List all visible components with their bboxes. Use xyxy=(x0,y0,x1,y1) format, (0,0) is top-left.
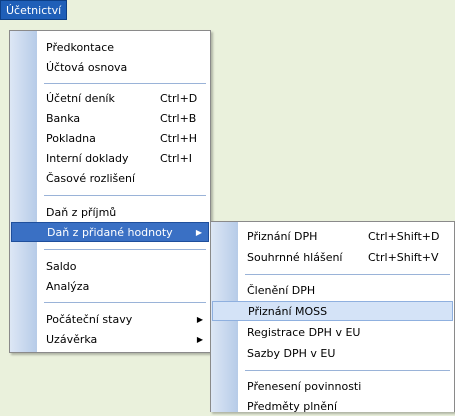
submenu-arrow-icon: ▶ xyxy=(196,314,203,324)
menu-item-interni-doklady[interactable]: Interní doklady Ctrl+I xyxy=(11,148,209,168)
menu-item-label: Daň z příjmů xyxy=(46,205,117,219)
menu-separator xyxy=(44,302,206,303)
menu-separator xyxy=(44,83,206,84)
menu-item-shortcut: Ctrl+H xyxy=(160,131,198,145)
menu-separator xyxy=(44,249,206,250)
menu-icon-gutter xyxy=(10,31,37,352)
menu-item-label: Přiznání MOSS xyxy=(248,304,328,318)
menu-item-casove-rozliseni[interactable]: Časové rozlišení xyxy=(11,168,209,188)
menu-item-label: Časové rozlišení xyxy=(46,171,136,185)
menu-item-label: Přenesení povinnosti xyxy=(247,379,362,393)
menu-item-label: Počáteční stavy xyxy=(46,312,133,326)
menu-item-sazby-dph-v-eu[interactable]: Sazby DPH v EU xyxy=(212,343,453,363)
menu-item-banka[interactable]: Banka Ctrl+B xyxy=(11,108,209,128)
menu-item-predkontace[interactable]: Předkontace xyxy=(11,37,209,57)
menu-item-analyza[interactable]: Analýza xyxy=(11,276,209,296)
menu-item-predmety-plneni[interactable]: Předměty plnění xyxy=(212,396,453,416)
submenu-arrow-icon: ▶ xyxy=(196,334,203,344)
menu-item-dan-z-prijmu[interactable]: Daň z příjmů xyxy=(11,202,209,222)
menu-item-priznani-moss[interactable]: Přiznání MOSS xyxy=(212,301,453,321)
menu-item-shortcut: Ctrl+B xyxy=(160,111,197,125)
menu-item-label: Členění DPH xyxy=(247,283,316,297)
menu-item-uctova-osnova[interactable]: Účtová osnova xyxy=(11,57,209,77)
vat-submenu: Přiznání DPH Ctrl+Shift+D Souhrnné hláše… xyxy=(210,221,455,413)
menu-item-shortcut: Ctrl+Shift+D xyxy=(368,229,440,243)
menu-item-label: Předměty plnění xyxy=(247,399,338,413)
menu-separator xyxy=(245,370,450,371)
menu-separator xyxy=(245,274,450,275)
menu-item-uzaverka[interactable]: Uzávěrka ▶ xyxy=(11,329,209,349)
menu-item-label: Přiznání DPH xyxy=(247,229,318,243)
menu-separator xyxy=(44,195,206,196)
menu-item-shortcut: Ctrl+Shift+V xyxy=(368,250,439,264)
menu-item-label: Analýza xyxy=(46,279,90,293)
menu-item-label: Souhrnné hlášení xyxy=(247,250,343,264)
menu-item-souhrnne-hlaseni[interactable]: Souhrnné hlášení Ctrl+Shift+V xyxy=(212,247,453,267)
menu-ucetnictvi[interactable]: Účetnictví xyxy=(0,0,68,20)
menu-item-label: Předkontace xyxy=(46,40,115,54)
menu-item-preneseni-povinnosti[interactable]: Přenesení povinnosti xyxy=(212,376,453,396)
menu-item-label: Daň z přidané hodnoty xyxy=(47,225,173,239)
submenu-arrow-icon: ▶ xyxy=(195,227,202,237)
menu-item-cleneni-dph[interactable]: Členění DPH xyxy=(212,280,453,300)
menu-item-pokladna[interactable]: Pokladna Ctrl+H xyxy=(11,128,209,148)
menu-item-label: Banka xyxy=(46,111,81,125)
menu-item-label: Účtová osnova xyxy=(46,60,128,74)
menu-item-label: Sazby DPH v EU xyxy=(247,346,336,360)
menu-item-label: Saldo xyxy=(46,259,77,273)
menu-item-label: Účetní deník xyxy=(46,91,115,105)
menu-item-label: Interní doklady xyxy=(46,151,129,165)
menu-item-ucetni-denik[interactable]: Účetní deník Ctrl+D xyxy=(11,88,209,108)
menu-item-label: Pokladna xyxy=(46,131,96,145)
menu-item-label: Registrace DPH v EU xyxy=(247,325,361,339)
menu-item-shortcut: Ctrl+I xyxy=(160,151,193,165)
menu-item-priznani-dph[interactable]: Přiznání DPH Ctrl+Shift+D xyxy=(212,226,453,246)
menu-item-pocatecni-stavy[interactable]: Počáteční stavy ▶ xyxy=(11,309,209,329)
menu-item-label: Uzávěrka xyxy=(46,332,98,346)
menu-item-registrace-dph-v-eu[interactable]: Registrace DPH v EU xyxy=(212,322,453,342)
menu-item-saldo[interactable]: Saldo xyxy=(11,256,209,276)
menu-ucetnictvi-label: Účetnictví xyxy=(6,3,62,17)
menu-item-dan-z-pridane-hodnoty[interactable]: Daň z přidané hodnoty ▶ xyxy=(11,222,209,242)
menu-item-shortcut: Ctrl+D xyxy=(160,91,198,105)
main-dropdown-menu: Předkontace Účtová osnova Účetní deník C… xyxy=(9,30,211,353)
